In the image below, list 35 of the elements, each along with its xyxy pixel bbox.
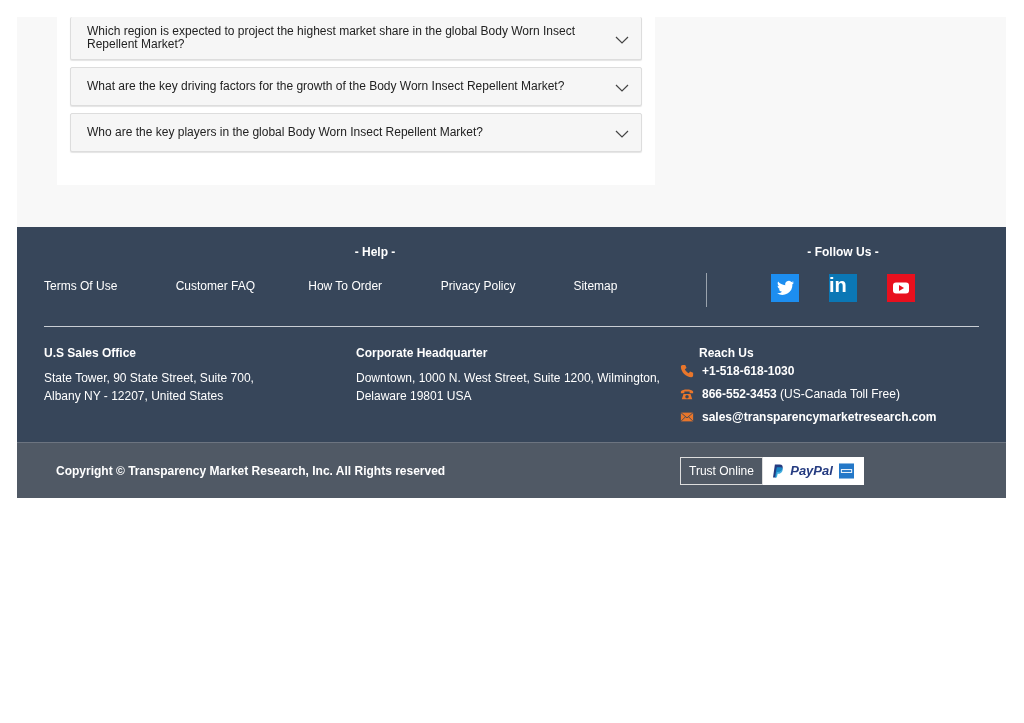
youtube-icon[interactable] (887, 274, 915, 302)
footer-link[interactable]: Customer FAQ (175, 279, 309, 293)
help-heading: - Help - (353, 245, 397, 259)
copyright-text: Copyright © Transparency Market Research, Inc. All Rights reserved (56, 463, 447, 478)
faq-item[interactable]: What are the key driving factors for the growth of the Body Worn Insect Repellent Market? (70, 67, 642, 106)
footer-link[interactable]: Sitemap (573, 279, 706, 293)
footer-link[interactable]: Terms Of Use (44, 279, 176, 293)
faq-item[interactable]: Which region is expected to project the highest market share in the global Body Worn Insect Repellent Market? (70, 17, 642, 60)
faq-question: Who are the key players in the global Body Worn Insect Repellent Market? (87, 126, 484, 139)
reach-heading: Reach Us (699, 346, 755, 360)
email-icon (680, 410, 694, 424)
phone-number: 866-552-3453 (US-Canada Toll Free) (702, 387, 900, 401)
office-heading: U.S Sales Office (44, 346, 138, 360)
paypal-logo-icon (772, 462, 785, 479)
card-logo-icon (838, 462, 854, 479)
office-address: State Tower, 90 State Street, Suite 700, Albany NY - 12207, United States (44, 370, 255, 405)
chevron-down-icon (615, 130, 629, 139)
faq-item[interactable]: Who are the key players in the global Body Worn Insect Repellent Market? (70, 113, 642, 152)
follow-heading: - Follow Us - (806, 245, 880, 259)
paypal-badge[interactable]: PayPal (762, 456, 864, 485)
linkedin-icon[interactable]: in (829, 274, 857, 302)
telephone-icon (680, 387, 694, 401)
phone-number: +1-518-618-1030 (702, 364, 795, 378)
office-heading: Corporate Headquarter (356, 346, 489, 360)
chevron-down-icon (615, 84, 629, 93)
chevron-down-icon (615, 35, 629, 45)
phone-icon (680, 364, 694, 378)
twitter-icon[interactable] (771, 274, 799, 302)
office-address: Downtown, 1000 N. West Street, Suite 1200, Wilmington, Delaware 19801 USA (356, 370, 661, 405)
email-link[interactable]: sales@transparencymarketresearch.com (702, 410, 937, 424)
faq-question: Which region is expected to project the highest market share in the global Body Worn Insect Repellent Market? (87, 25, 577, 51)
footer-link[interactable]: How To Order (308, 279, 441, 293)
trust-online-badge[interactable]: Trust Online (680, 456, 763, 485)
faq-question: What are the key driving factors for the growth of the Body Worn Insect Repellent Market? (87, 80, 566, 93)
footer-link[interactable]: Privacy Policy (440, 279, 574, 293)
